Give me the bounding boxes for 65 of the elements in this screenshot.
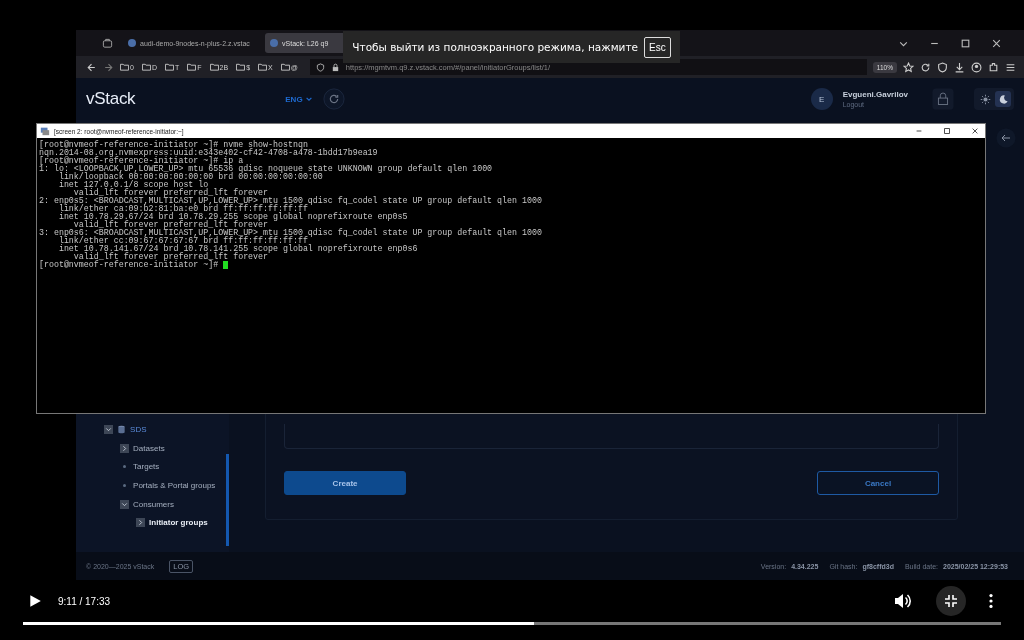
- favicon-icon: [270, 39, 279, 47]
- terminal-app-icon: [40, 126, 50, 136]
- download-icon[interactable]: [954, 61, 965, 73]
- language-selector[interactable]: ENG: [285, 94, 313, 104]
- back-arrow-icon[interactable]: [86, 61, 98, 73]
- reload-icon[interactable]: [920, 61, 931, 73]
- favicon-icon: [128, 39, 137, 47]
- terminal-line: 3: enp0s6: <BROADCAST,MULTICAST,UP,LOWER_UP> mtu 1500 qdisc fq_codel state UP group default qlen 1000: [39, 229, 543, 237]
- terminal-line: [root@nvmeof-reference-initiator ~]#: [39, 261, 983, 269]
- refresh-icon[interactable]: [322, 88, 345, 110]
- theme-switch[interactable]: [974, 88, 1014, 110]
- tab-list-icon[interactable]: [102, 37, 114, 49]
- terminal-line: [root@nvmeof-reference-initiator ~]# nvme show-hostnqn: [39, 141, 308, 149]
- terminal-line: link/ether ca:09:b2:81:ba:e0 brd ff:ff:ff:ff:ff:ff: [58, 205, 308, 213]
- lock-icon[interactable]: [932, 88, 954, 110]
- moon-icon[interactable]: [995, 91, 1011, 107]
- terminal-line: [root@nvmeof-reference-initiator ~]# ip a: [39, 157, 244, 165]
- star-icon[interactable]: [903, 61, 914, 73]
- database-icon: [117, 424, 127, 434]
- esc-key: Esc: [643, 36, 671, 58]
- user-name: Evgueni.Gavrilov: [842, 90, 908, 99]
- close-icon[interactable]: [971, 127, 979, 135]
- sidebar-item[interactable]: Initiator groups: [149, 518, 208, 528]
- vstack-logo[interactable]: vStack: [86, 89, 136, 109]
- tree-toggle[interactable]: [120, 499, 130, 509]
- progress-bar[interactable]: [23, 622, 1001, 625]
- tree-leaf-dot: [123, 483, 127, 487]
- terminal-line: valid_lft forever preferred_lft forever: [73, 189, 269, 197]
- playback-time: 9:11 / 17:33: [58, 595, 111, 607]
- notice-text: Чтобы выйти из полноэкранного режима, нажмите: [352, 41, 638, 53]
- terminal-line: link/ether cc:09:67:67:67:67 brd ff:ff:ff:ff:ff:ff: [58, 237, 308, 245]
- sidebar-item[interactable]: SDS: [130, 424, 147, 434]
- terminal-line: link/loopback 00:00:00:00:00:00 brd 00:00:00:00:00:00: [57, 173, 324, 181]
- terminal-line: inet 10.78.29.67/24 brd 10.78.29.255 scope global noprefixroute enp0s5: [57, 213, 409, 221]
- exit-fullscreen-icon[interactable]: [936, 586, 966, 616]
- terminal-line: valid_lft forever preferred_lft forever: [73, 253, 269, 261]
- extensions-icon[interactable]: [988, 61, 999, 73]
- forward-arrow-icon[interactable]: [103, 61, 115, 73]
- tree-leaf-dot: [123, 465, 127, 469]
- tree-toggle[interactable]: [136, 518, 146, 528]
- sidebar-item[interactable]: Targets: [133, 462, 160, 472]
- terminal-line: inet 127.0.0.1/8 scope host lo: [57, 181, 209, 189]
- more-options-icon[interactable]: [988, 592, 994, 610]
- terminal-line: 1: lo: <LOOPBACK,UP,LOWER_UP> mtu 65536 qdisc noqueue state UNKNOWN group default qlen 1000: [39, 165, 494, 173]
- play-icon[interactable]: [28, 594, 42, 608]
- menu-icon[interactable]: [1005, 61, 1016, 73]
- terminal-line: nqn.2014-08.org.nvmexpress:uuid:e343e402-cf42-4708-a478-1bdd17b9ea19: [39, 149, 379, 157]
- terminal-cursor: [223, 261, 229, 269]
- tree-toggle[interactable]: [120, 443, 130, 453]
- terminal-line: 2: enp0s5: <BROADCAST,MULTICAST,UP,LOWER_UP> mtu 1500 qdisc fq_codel state UP group default qlen 1000: [39, 197, 543, 205]
- cancel-button[interactable]: Cancel: [817, 471, 939, 495]
- create-button[interactable]: Create: [284, 471, 407, 495]
- shield-icon[interactable]: [937, 61, 948, 73]
- volume-icon[interactable]: [892, 591, 912, 611]
- sidebar-item[interactable]: Consumers: [133, 499, 174, 509]
- user-avatar[interactable]: E: [810, 88, 833, 110]
- terminal-line: valid_lft forever preferred_lft forever: [72, 221, 270, 229]
- maximize-icon[interactable]: [960, 37, 971, 49]
- maximize-icon[interactable]: [943, 127, 951, 135]
- sidebar-item[interactable]: Portals & Portal groups: [133, 480, 216, 490]
- tree-toggle[interactable]: [104, 424, 114, 434]
- close-icon[interactable]: [991, 37, 1002, 49]
- sidebar-item[interactable]: Datasets: [133, 443, 165, 453]
- terminal-line: inet 10.78.141.67/24 brd 10.78.141.255 scope global noprefixroute enp0s6: [57, 245, 419, 253]
- account-icon[interactable]: [971, 61, 982, 73]
